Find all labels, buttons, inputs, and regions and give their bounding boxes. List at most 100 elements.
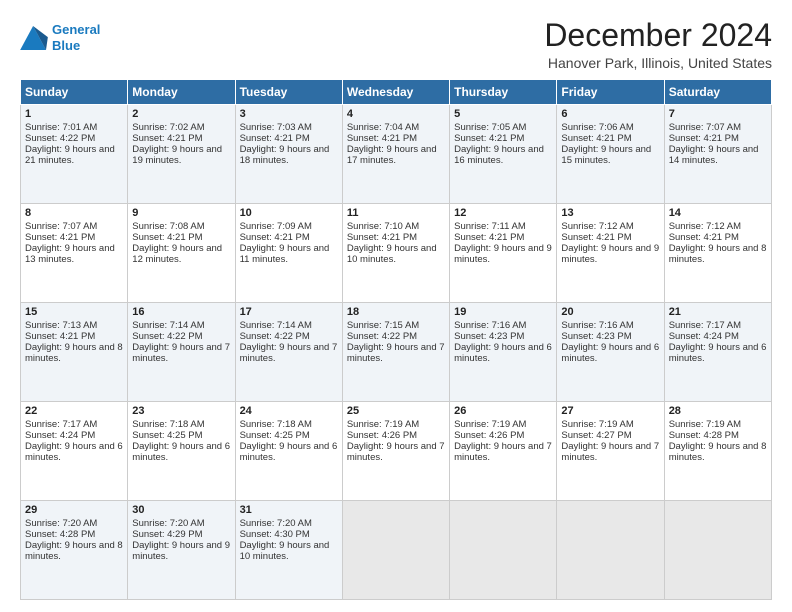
daylight-text: Daylight: 9 hours and 7 minutes. (132, 342, 230, 364)
day-number: 28 (669, 405, 767, 417)
sunset-text: Sunset: 4:29 PM (132, 529, 202, 540)
day-number: 9 (132, 207, 230, 219)
day-number: 22 (25, 405, 123, 417)
sunrise-text: Sunrise: 7:12 AM (561, 221, 633, 232)
sunrise-text: Sunrise: 7:19 AM (454, 419, 526, 430)
calendar-cell: 26Sunrise: 7:19 AMSunset: 4:26 PMDayligh… (450, 402, 557, 501)
daylight-text: Daylight: 9 hours and 7 minutes. (347, 342, 445, 364)
sunset-text: Sunset: 4:22 PM (132, 331, 202, 342)
calendar-cell (342, 501, 449, 600)
sunset-text: Sunset: 4:21 PM (240, 232, 310, 243)
sunrise-text: Sunrise: 7:18 AM (132, 419, 204, 430)
day-number: 31 (240, 504, 338, 516)
subtitle: Hanover Park, Illinois, United States (544, 55, 772, 71)
sunset-text: Sunset: 4:21 PM (669, 133, 739, 144)
daylight-text: Daylight: 9 hours and 9 minutes. (132, 540, 230, 562)
calendar-cell: 7 Sunrise: 7:07 AMSunset: 4:21 PMDaylight… (664, 105, 771, 204)
day-header-wednesday: Wednesday (342, 80, 449, 105)
daylight-text: Daylight: 9 hours and 7 minutes. (347, 441, 445, 463)
calendar-cell: 22Sunrise: 7:17 AMSunset: 4:24 PMDayligh… (21, 402, 128, 501)
daylight-text: Daylight: 9 hours and 7 minutes. (454, 441, 552, 463)
logo-line2: Blue (52, 38, 80, 53)
sunset-text: Sunset: 4:26 PM (454, 430, 524, 441)
sunset-text: Sunset: 4:21 PM (561, 232, 631, 243)
calendar-cell: 19Sunrise: 7:16 AMSunset: 4:23 PMDayligh… (450, 303, 557, 402)
day-header-sunday: Sunday (21, 80, 128, 105)
day-number: 10 (240, 207, 338, 219)
sunrise-text: Sunrise: 7:07 AM (669, 122, 741, 133)
sunrise-text: Sunrise: 7:19 AM (669, 419, 741, 430)
sunset-text: Sunset: 4:30 PM (240, 529, 310, 540)
sunset-text: Sunset: 4:21 PM (347, 133, 417, 144)
calendar-cell (450, 501, 557, 600)
main-title: December 2024 (544, 18, 772, 53)
calendar-cell: 2Sunrise: 7:02 AMSunset: 4:21 PMDaylight… (128, 105, 235, 204)
day-header-friday: Friday (557, 80, 664, 105)
daylight-text: Daylight: 9 hours and 6 minutes. (132, 441, 230, 463)
daylight-text: Daylight: 9 hours and 8 minutes. (669, 243, 767, 265)
calendar-cell: 5Sunrise: 7:05 AMSunset: 4:21 PMDaylight… (450, 105, 557, 204)
daylight-text: Daylight: 9 hours and 14 minutes. (669, 144, 759, 166)
sunset-text: Sunset: 4:27 PM (561, 430, 631, 441)
sunrise-text: Sunrise: 7:10 AM (347, 221, 419, 232)
day-number: 19 (454, 306, 552, 318)
logo-line1: General (52, 22, 100, 37)
sunset-text: Sunset: 4:28 PM (25, 529, 95, 540)
daylight-text: Daylight: 9 hours and 8 minutes. (25, 540, 123, 562)
day-number: 20 (561, 306, 659, 318)
day-header-saturday: Saturday (664, 80, 771, 105)
calendar-cell: 18Sunrise: 7:15 AMSunset: 4:22 PMDayligh… (342, 303, 449, 402)
calendar-cell: 4Sunrise: 7:04 AMSunset: 4:21 PMDaylight… (342, 105, 449, 204)
title-block: December 2024 Hanover Park, Illinois, Un… (544, 18, 772, 71)
day-number: 15 (25, 306, 123, 318)
sunset-text: Sunset: 4:22 PM (240, 331, 310, 342)
logo: General Blue (20, 22, 100, 53)
sunset-text: Sunset: 4:23 PM (454, 331, 524, 342)
sunrise-text: Sunrise: 7:20 AM (132, 518, 204, 529)
daylight-text: Daylight: 9 hours and 8 minutes. (25, 342, 123, 364)
sunset-text: Sunset: 4:21 PM (561, 133, 631, 144)
daylight-text: Daylight: 9 hours and 6 minutes. (454, 342, 552, 364)
daylight-text: Daylight: 9 hours and 18 minutes. (240, 144, 330, 166)
daylight-text: Daylight: 9 hours and 10 minutes. (240, 540, 330, 562)
page: General Blue December 2024 Hanover Park,… (0, 0, 792, 612)
day-number: 17 (240, 306, 338, 318)
sunrise-text: Sunrise: 7:16 AM (561, 320, 633, 331)
sunrise-text: Sunrise: 7:09 AM (240, 221, 312, 232)
day-number: 30 (132, 504, 230, 516)
sunrise-text: Sunrise: 7:11 AM (454, 221, 526, 232)
sunset-text: Sunset: 4:21 PM (454, 133, 524, 144)
day-number: 11 (347, 207, 445, 219)
day-number: 25 (347, 405, 445, 417)
sunset-text: Sunset: 4:21 PM (347, 232, 417, 243)
calendar-week-3: 15Sunrise: 7:13 AMSunset: 4:21 PMDayligh… (21, 303, 772, 402)
sunrise-text: Sunrise: 7:05 AM (454, 122, 526, 133)
sunset-text: Sunset: 4:26 PM (347, 430, 417, 441)
sunset-text: Sunset: 4:21 PM (454, 232, 524, 243)
calendar-cell: 21Sunrise: 7:17 AMSunset: 4:24 PMDayligh… (664, 303, 771, 402)
daylight-text: Daylight: 9 hours and 6 minutes. (240, 441, 338, 463)
calendar-cell: 12Sunrise: 7:11 AMSunset: 4:21 PMDayligh… (450, 204, 557, 303)
calendar-cell: 1Sunrise: 7:01 AMSunset: 4:22 PMDaylight… (21, 105, 128, 204)
calendar-cell: 20Sunrise: 7:16 AMSunset: 4:23 PMDayligh… (557, 303, 664, 402)
calendar-week-2: 8Sunrise: 7:07 AMSunset: 4:21 PMDaylight… (21, 204, 772, 303)
logo-text: General Blue (52, 22, 100, 53)
sunrise-text: Sunrise: 7:14 AM (132, 320, 204, 331)
calendar-cell: 14Sunrise: 7:12 AMSunset: 4:21 PMDayligh… (664, 204, 771, 303)
calendar-cell: 16Sunrise: 7:14 AMSunset: 4:22 PMDayligh… (128, 303, 235, 402)
sunset-text: Sunset: 4:21 PM (132, 232, 202, 243)
daylight-text: Daylight: 9 hours and 12 minutes. (132, 243, 222, 265)
sunset-text: Sunset: 4:21 PM (240, 133, 310, 144)
calendar-week-1: 1Sunrise: 7:01 AMSunset: 4:22 PMDaylight… (21, 105, 772, 204)
daylight-text: Daylight: 9 hours and 17 minutes. (347, 144, 437, 166)
day-number: 29 (25, 504, 123, 516)
calendar-cell: 8Sunrise: 7:07 AMSunset: 4:21 PMDaylight… (21, 204, 128, 303)
calendar-table: SundayMondayTuesdayWednesdayThursdayFrid… (20, 79, 772, 600)
daylight-text: Daylight: 9 hours and 10 minutes. (347, 243, 437, 265)
day-number: 7 (669, 108, 767, 120)
sunrise-text: Sunrise: 7:03 AM (240, 122, 312, 133)
calendar-week-4: 22Sunrise: 7:17 AMSunset: 4:24 PMDayligh… (21, 402, 772, 501)
sunset-text: Sunset: 4:24 PM (669, 331, 739, 342)
sunset-text: Sunset: 4:21 PM (132, 133, 202, 144)
calendar-cell (557, 501, 664, 600)
